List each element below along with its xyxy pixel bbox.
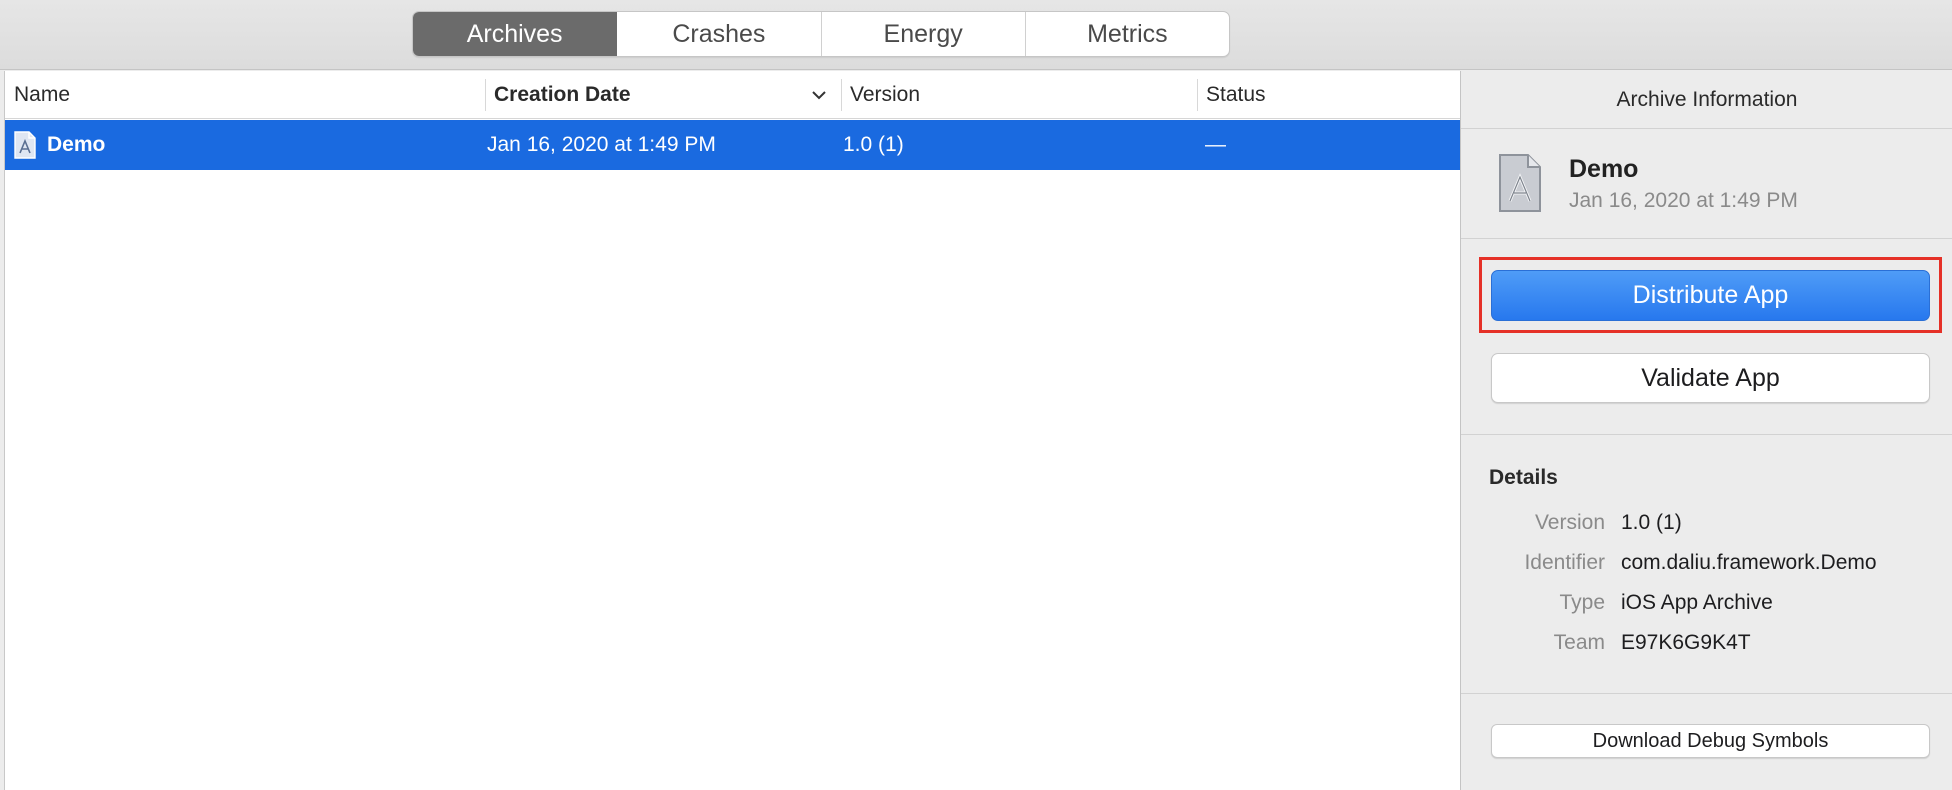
row-version: 1.0 (1) [843,133,904,156]
table-row[interactable]: Demo Jan 16, 2020 at 1:49 PM 1.0 (1) — [5,120,1461,170]
divider [1461,434,1952,435]
list-header: Name Creation Date Version Status [5,71,1461,119]
app-archive-icon [1499,154,1541,212]
distribute-app-button[interactable]: Distribute App [1491,270,1930,321]
detail-row-team: Team E97K6G9K4T [1461,631,1952,661]
tab-energy[interactable]: Energy [822,12,1026,56]
divider [1461,238,1952,239]
column-header-status[interactable]: Status [1197,71,1461,119]
archive-inspector: Archive Information Demo Jan 16, 2020 at… [1460,71,1952,790]
chevron-down-icon[interactable] [810,87,828,103]
column-header-creation-date[interactable]: Creation Date [485,71,841,119]
download-debug-symbols-button[interactable]: Download Debug Symbols [1491,724,1930,758]
row-name: Demo [47,133,106,156]
archive-name: Demo [1569,155,1639,183]
detail-row-type: Type iOS App Archive [1461,591,1952,621]
detail-value: E97K6G9K4T [1621,631,1751,654]
app-archive-icon [14,131,36,159]
column-header-name[interactable]: Name [5,71,485,119]
detail-label: Version [1534,511,1605,534]
divider [1461,693,1952,694]
detail-value: iOS App Archive [1621,591,1773,614]
row-status: — [1205,133,1226,156]
detail-value: 1.0 (1) [1621,511,1682,534]
detail-label: Type [1559,591,1605,614]
detail-value: com.daliu.framework.Demo [1621,551,1877,574]
row-creation-date: Jan 16, 2020 at 1:49 PM [487,133,716,156]
tab-crashes[interactable]: Crashes [617,12,822,56]
detail-label: Identifier [1524,551,1605,574]
details-heading: Details [1489,466,1558,489]
validate-app-button[interactable]: Validate App [1491,353,1930,403]
column-header-version[interactable]: Version [841,71,1197,119]
archive-date: Jan 16, 2020 at 1:49 PM [1569,189,1798,212]
tab-bar: Archives Crashes Energy Metrics [412,11,1230,57]
detail-row-version: Version 1.0 (1) [1461,511,1952,541]
detail-row-identifier: Identifier com.daliu.framework.Demo [1461,551,1952,581]
tab-archives[interactable]: Archives [413,12,618,56]
inspector-title: Archive Information [1461,71,1952,129]
archive-list: Name Creation Date Version Status Demo J… [4,71,1461,790]
tab-metrics[interactable]: Metrics [1026,12,1229,56]
toolbar: Archives Crashes Energy Metrics [0,0,1952,70]
detail-label: Team [1553,631,1605,654]
